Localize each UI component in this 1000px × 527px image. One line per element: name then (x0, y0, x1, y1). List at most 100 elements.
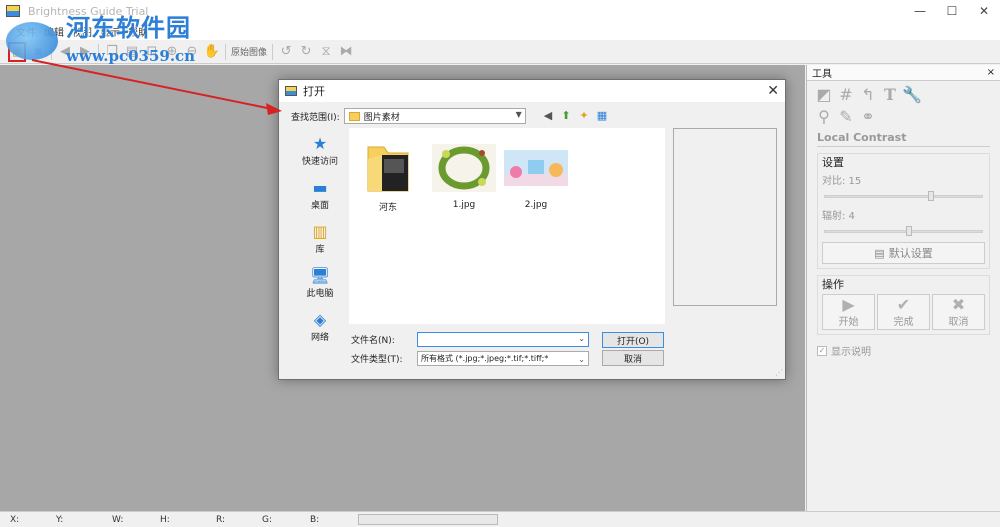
filename-label: 文件名(N): (351, 336, 395, 346)
dialog-close-icon[interactable]: ✕ (767, 83, 779, 99)
reset-icon: ▤ (874, 246, 885, 260)
status-progress (358, 514, 498, 525)
filename-row: 文件名(N): ⌄ (351, 332, 589, 347)
file-name: 1.jpg (452, 200, 476, 210)
actions-title: 操作 (822, 278, 844, 291)
show-description-checkbox[interactable]: ✓ (817, 345, 827, 356)
magnifier-icon[interactable]: ⚲ (815, 107, 833, 126)
place-label: 网络 (310, 332, 329, 343)
place-quick-access[interactable]: ★ 快速访问 (291, 128, 349, 172)
panel-tool-icons: ◩ # ↰ T 🔧 (807, 81, 1000, 107)
filetype-label: 文件类型(T): (351, 355, 403, 365)
hand-icon[interactable]: ✋ (202, 43, 222, 61)
status-w: W: (112, 515, 124, 525)
toolbar-separator (225, 43, 226, 60)
panel-close-icon[interactable]: × (987, 67, 995, 78)
app-icon (6, 5, 20, 17)
library-icon: ▥ (312, 222, 328, 241)
status-bar: X: Y: W: H: R: G: B: (0, 511, 1000, 527)
places-bar: ★ 快速访问 ▬ 桌面 ▥ 库 🖥 此电脑 ◈ 网络 (291, 128, 349, 378)
image-thumbnail (503, 140, 569, 196)
panel-tool-icons-row2: ⚲ ✎ ⚭ (807, 107, 1000, 129)
start-button[interactable]: ▶ 开始 (822, 294, 875, 330)
chevron-down-icon[interactable]: ⌄ (578, 334, 585, 343)
file-item-folder[interactable]: 河东 (353, 140, 423, 213)
up-folder-icon[interactable]: ⬆ (559, 108, 573, 122)
watermark-url: www.pc0359.cn (66, 47, 196, 65)
action-buttons: ▶ 开始 ✔ 完成 ✖ 取消 (822, 294, 985, 330)
original-image-button[interactable]: 原始图像 (229, 45, 269, 58)
cancel-button[interactable]: 取消 (602, 350, 664, 366)
minimize-button[interactable]: — (904, 0, 936, 22)
tool-panel: 工具 × ◩ # ↰ T 🔧 ⚲ ✎ ⚭ Local Contrast 设置 对… (806, 65, 1000, 511)
show-description-option[interactable]: ✓ 显示说明 (817, 343, 990, 358)
circles-icon[interactable]: ⚭ (859, 107, 877, 126)
look-in-value: 图片素材 (363, 112, 400, 123)
place-label: 快速访问 (301, 156, 338, 167)
network-icon: ◈ (313, 310, 327, 329)
wrench-icon[interactable]: 🔧 (902, 85, 922, 104)
default-settings-button[interactable]: ▤ 默认设置 (822, 242, 985, 264)
image-thumbnail (431, 140, 497, 196)
settings-title: 设置 (822, 156, 844, 169)
resize-grip-icon[interactable]: ⋰ (775, 368, 783, 377)
maximize-button[interactable]: ☐ (936, 0, 968, 22)
flip-horizontal-icon[interactable]: ⧓ (336, 43, 356, 61)
place-network[interactable]: ◈ 网络 (291, 304, 349, 348)
file-name: 河东 (378, 203, 397, 213)
chevron-down-icon: ▼ (515, 110, 522, 119)
contrast-slider[interactable] (824, 191, 983, 201)
status-r: R: (216, 515, 226, 525)
open-dialog: 打开 ✕ 查找范围(I): 图片素材 ▼ ◀ ⬆ ✦ ▦ ★ 快速访问 ▬ 桌面 (278, 79, 786, 380)
check-icon: ✔ (896, 294, 911, 314)
dialog-body: 查找范围(I): 图片素材 ▼ ◀ ⬆ ✦ ▦ ★ 快速访问 ▬ 桌面 ▥ 库 … (279, 102, 785, 379)
slider-track (824, 230, 983, 233)
watermark-text: 河东软件园 (66, 13, 191, 42)
default-settings-label: 默认设置 (888, 247, 933, 260)
panel-header: 工具 × (807, 65, 1000, 81)
filetype-dropdown[interactable]: 所有格式 (*.jpg;*.jpeg;*.tif;*.tiff;* ⌄ (417, 351, 589, 366)
watermark-logo (6, 22, 58, 60)
brush-icon[interactable]: ✎ (837, 107, 855, 126)
status-x: X: (10, 515, 20, 525)
slider-thumb[interactable] (906, 226, 912, 236)
grid-icon[interactable]: # (837, 85, 855, 104)
section-title: Local Contrast (817, 131, 990, 147)
desktop-icon: ▬ (312, 178, 328, 197)
place-library[interactable]: ▥ 库 (291, 216, 349, 260)
x-icon: ✖ (951, 294, 966, 314)
look-in-label: 查找范围(I): (291, 112, 340, 123)
view-menu-icon[interactable]: ▦ (595, 108, 609, 122)
place-label: 此电脑 (306, 288, 334, 299)
preview-pane (673, 128, 777, 306)
new-folder-icon[interactable]: ✦ (577, 108, 591, 122)
look-in-dropdown[interactable]: 图片素材 ▼ (343, 108, 526, 124)
flip-vertical-icon[interactable]: ⧖ (316, 43, 336, 61)
file-item-image[interactable]: 1.jpg (429, 140, 499, 210)
place-desktop[interactable]: ▬ 桌面 (291, 172, 349, 216)
back-icon[interactable]: ◀ (541, 108, 555, 122)
open-button[interactable]: 打开(O) (602, 332, 664, 348)
cancel-action-button[interactable]: ✖ 取消 (932, 294, 985, 330)
file-item-image[interactable]: 2.jpg (501, 140, 571, 210)
text-icon[interactable]: T (881, 85, 899, 104)
star-icon: ★ (312, 134, 328, 153)
rotate-left-icon[interactable]: ↺ (276, 43, 296, 61)
levels-icon[interactable]: ◩ (815, 85, 833, 104)
done-button[interactable]: ✔ 完成 (877, 294, 930, 330)
place-this-pc[interactable]: 🖥 此电脑 (291, 260, 349, 304)
toolbar-separator (272, 43, 274, 60)
look-in-row: 查找范围(I): 图片素材 ▼ (291, 108, 526, 124)
close-button[interactable]: ✕ (968, 0, 1000, 22)
slider-thumb[interactable] (928, 191, 934, 201)
filename-input[interactable]: ⌄ (417, 332, 589, 347)
rotate-right-icon[interactable]: ↻ (296, 43, 316, 61)
radius-slider[interactable] (824, 226, 983, 236)
actions-group: 操作 ▶ 开始 ✔ 完成 ✖ 取消 (817, 275, 990, 335)
undo-arrow-icon[interactable]: ↰ (859, 85, 877, 104)
show-description-label: 显示说明 (831, 347, 871, 358)
contrast-label: 对比: 15 (822, 176, 862, 187)
file-name: 2.jpg (524, 200, 548, 210)
status-g: G: (262, 515, 273, 525)
dialog-nav-icons: ◀ ⬆ ✦ ▦ (541, 108, 609, 122)
